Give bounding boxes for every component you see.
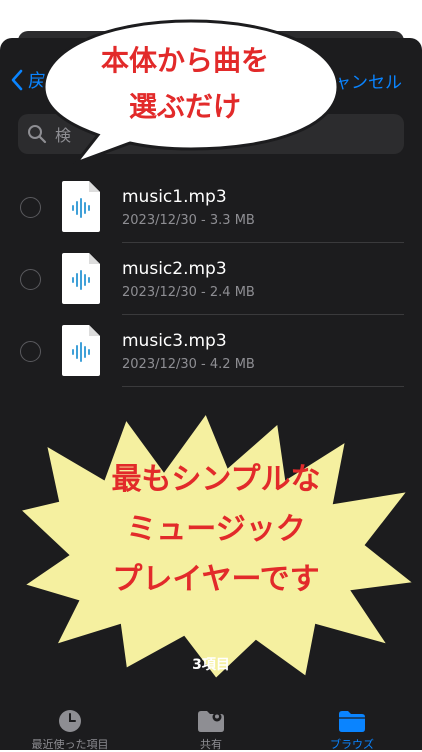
file-meta: 2023/12/30 - 4.2 MB — [122, 357, 255, 372]
tab-browse[interactable]: ブラウズ — [282, 700, 422, 752]
file-name: music2.mp3 — [122, 259, 227, 279]
row-divider — [122, 386, 404, 387]
shared-folder-icon — [198, 711, 224, 732]
burst-line-3: プレイヤーです — [112, 562, 320, 597]
file-row[interactable]: music2.mp3 2023/12/30 - 2.4 MB — [0, 243, 422, 315]
audio-file-icon — [62, 253, 100, 304]
audio-file-icon — [62, 181, 100, 232]
burst-line-1: 最もシンプルな — [111, 462, 321, 497]
file-name: music3.mp3 — [122, 331, 227, 351]
select-radio[interactable] — [20, 269, 41, 290]
clock-icon — [59, 710, 81, 732]
file-meta: 2023/12/30 - 3.3 MB — [122, 213, 255, 228]
bubble-line-1: 本体から曲を — [100, 44, 269, 77]
file-row[interactable]: music3.mp3 2023/12/30 - 4.2 MB — [0, 315, 422, 387]
tab-bar: 最近使った項目 共有 ブラウズ — [0, 700, 422, 752]
tab-recents[interactable]: 最近使った項目 — [0, 700, 140, 752]
burst-line-2: ミュージック — [126, 512, 306, 547]
item-count: 3項目 — [192, 657, 230, 673]
audio-file-icon — [62, 325, 100, 376]
file-row[interactable]: music1.mp3 2023/12/30 - 3.3 MB — [0, 171, 422, 243]
select-radio[interactable] — [20, 197, 41, 218]
folder-icon — [339, 711, 365, 732]
chevron-left-icon — [11, 69, 23, 90]
bubble-line-2: 選ぶだけ — [128, 90, 241, 123]
tab-shared[interactable]: 共有 — [141, 700, 281, 752]
speech-bubble-text: 本体から曲を 選ぶだけ — [50, 38, 320, 130]
file-meta: 2023/12/30 - 2.4 MB — [122, 285, 255, 300]
promo-burst-text: 最もシンプルな ミュージック プレイヤーです — [16, 455, 416, 605]
file-name: music1.mp3 — [122, 187, 227, 207]
select-radio[interactable] — [20, 341, 41, 362]
